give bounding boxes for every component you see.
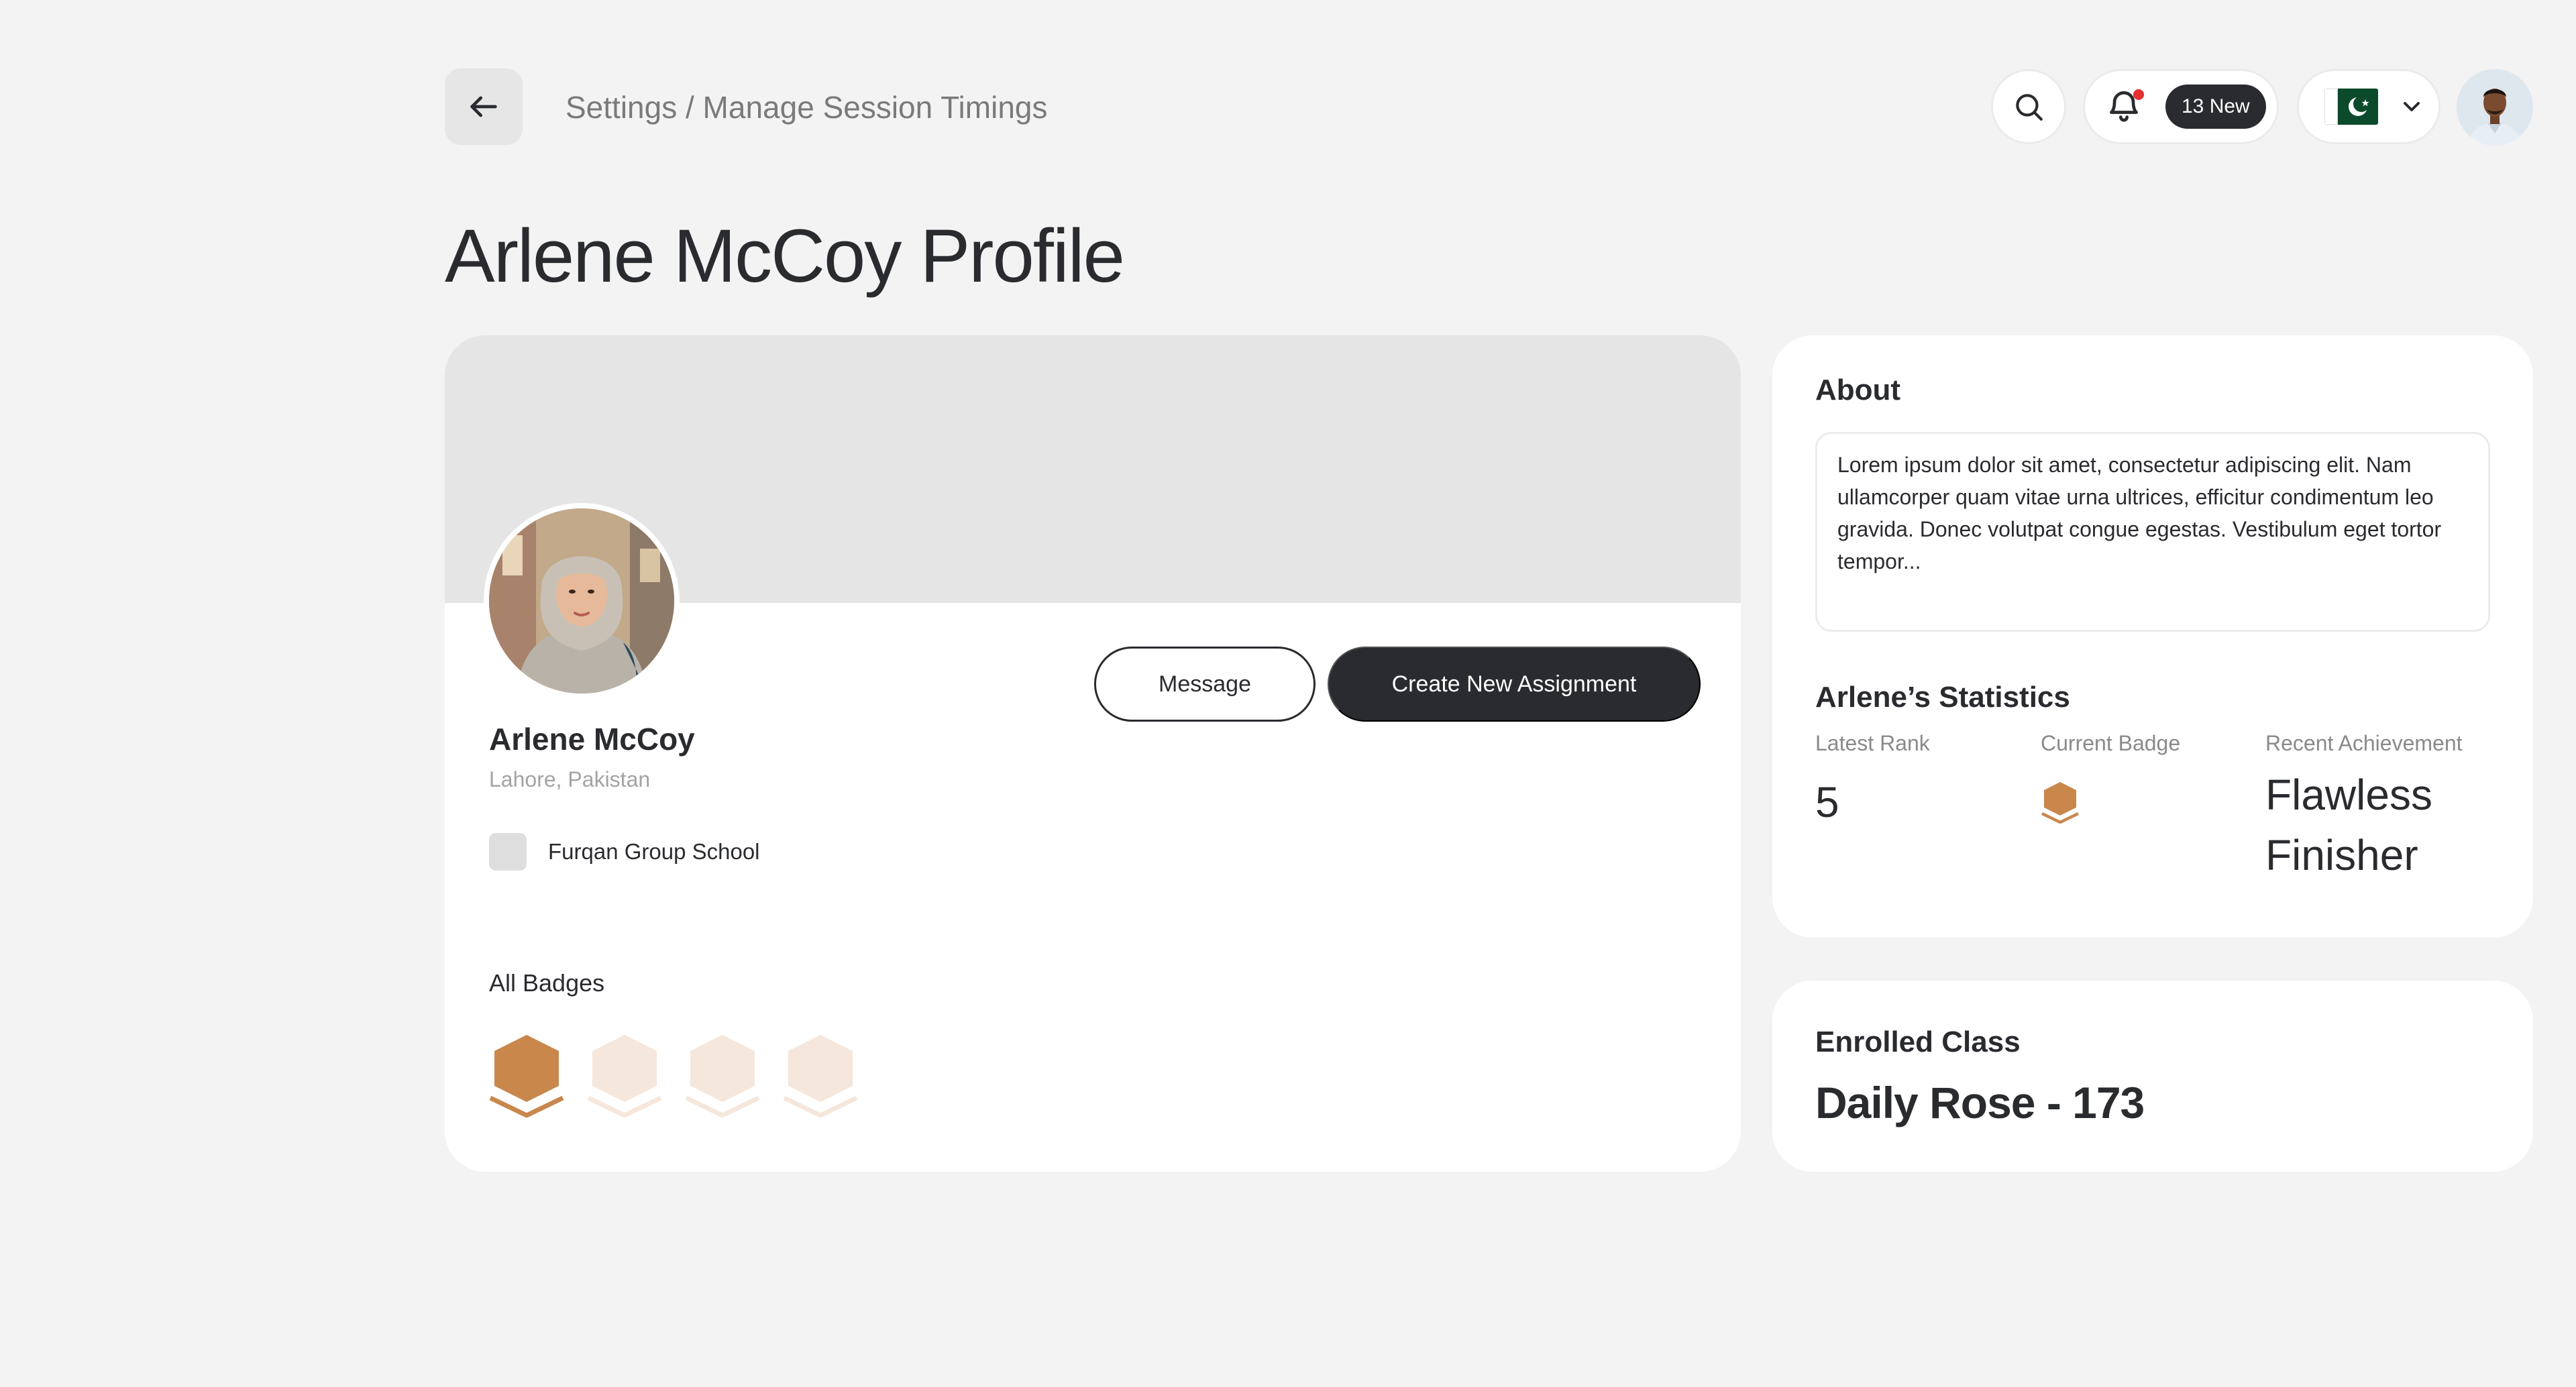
search-icon bbox=[2016, 94, 2043, 121]
language-selector[interactable] bbox=[2297, 69, 2440, 144]
chevron-down-icon bbox=[2404, 102, 2420, 111]
current-badge-icon bbox=[2041, 782, 2079, 824]
all-badges-label: All Badges bbox=[489, 969, 605, 997]
notification-count-badge: 13 New bbox=[2165, 85, 2266, 129]
enrolled-class-value: Daily Rose - 173 bbox=[1815, 1078, 2145, 1127]
page-title: Arlene McCoy Profile bbox=[445, 214, 1125, 298]
badges-list bbox=[488, 1030, 859, 1118]
arrow-left-icon bbox=[470, 96, 497, 117]
search-button[interactable] bbox=[1991, 69, 2066, 144]
about-title: About bbox=[1815, 374, 1901, 406]
profile-location: Lahore, Pakistan bbox=[489, 767, 651, 791]
profile-name: Arlene McCoy bbox=[489, 722, 695, 757]
profile-card: Arlene McCoy Lahore, Pakistan Furqan Gro… bbox=[445, 335, 1741, 1172]
stat-value: 5 bbox=[1815, 778, 1839, 826]
stat-label: Recent Achievement bbox=[2265, 731, 2463, 755]
enrolled-class-title: Enrolled Class bbox=[1815, 1025, 2021, 1058]
stat-value: Flawless Finisher bbox=[2265, 771, 2432, 879]
pakistan-flag-icon bbox=[2324, 89, 2378, 125]
school-row: Furqan Group School bbox=[489, 833, 760, 871]
statistics-title: Arlene’s Statistics bbox=[1815, 681, 2070, 714]
school-name: Furqan Group School bbox=[548, 839, 760, 864]
stat-recent-achievement: Recent Achievement Flawless Finisher bbox=[2265, 730, 2487, 885]
badge-icon bbox=[489, 1035, 564, 1118]
notification-dot bbox=[2133, 89, 2144, 100]
about-text: Lorem ipsum dolor sit amet, consectetur … bbox=[1815, 432, 2490, 632]
back-button[interactable] bbox=[445, 68, 523, 145]
message-button[interactable]: Message bbox=[1094, 647, 1316, 722]
bell-icon bbox=[2105, 87, 2145, 127]
badge-icon bbox=[783, 1035, 858, 1118]
school-logo-icon bbox=[489, 833, 527, 871]
notifications-button[interactable]: 13 New bbox=[2083, 69, 2279, 144]
stat-current-badge: Current Badge bbox=[2041, 730, 2180, 824]
stat-latest-rank: Latest Rank 5 bbox=[1815, 730, 1930, 829]
create-assignment-button[interactable]: Create New Assignment bbox=[1328, 647, 1701, 722]
profile-avatar bbox=[484, 503, 680, 699]
stat-label: Latest Rank bbox=[1815, 731, 1930, 755]
badge-icon bbox=[685, 1035, 760, 1118]
user-avatar[interactable] bbox=[2457, 69, 2533, 146]
enrolled-class-card: Enrolled Class Daily Rose - 173 bbox=[1772, 981, 2533, 1172]
about-card: About Lorem ipsum dolor sit amet, consec… bbox=[1772, 335, 2533, 938]
badge-icon bbox=[587, 1035, 662, 1118]
breadcrumb[interactable]: Settings / Manage Session Timings bbox=[566, 86, 1047, 129]
profile-page: Settings / Manage Session Timings 13 New bbox=[0, 0, 2576, 1387]
stat-label: Current Badge bbox=[2041, 731, 2181, 755]
